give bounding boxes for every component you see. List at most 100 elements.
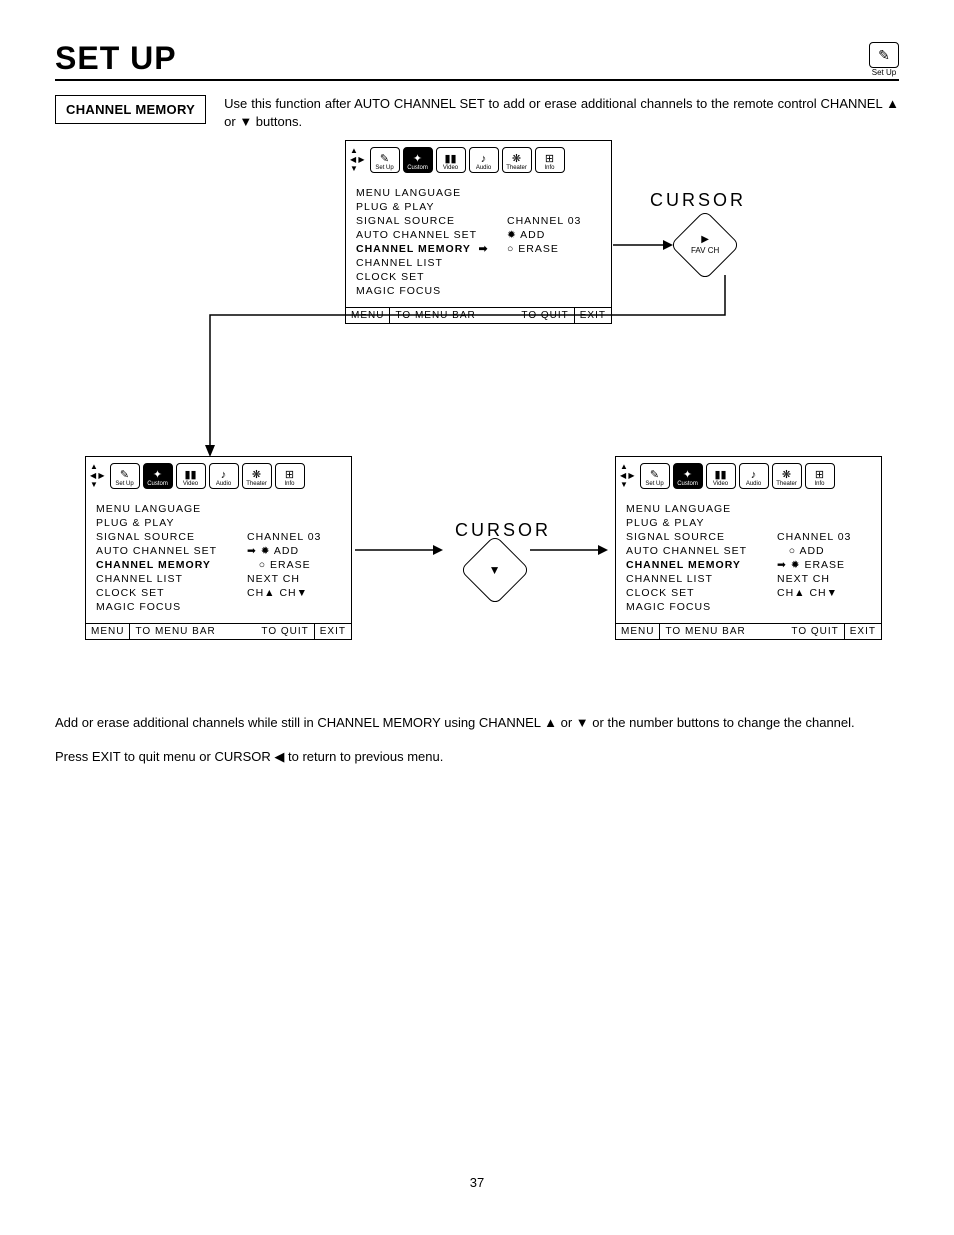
r-erase: ○ ERASE <box>247 559 343 571</box>
closing-p2: Press EXIT to quit menu or CURSOR ◀ to r… <box>55 748 899 766</box>
tab-audio: ♪Audio <box>739 463 769 489</box>
mi-chmem: CHANNEL MEMORY <box>626 559 767 571</box>
tab-custom: ✦Custom <box>143 463 173 489</box>
mi-chlist: CHANNEL LIST <box>626 573 767 585</box>
r-next: NEXT CH <box>777 573 873 585</box>
menu-panel-2: ▲◀ ▶▼ ✎Set Up ✦Custom ▮▮Video ♪Audio ❋Th… <box>85 456 352 640</box>
arrow-1 <box>613 235 673 255</box>
setup-corner-icon: ✎ Set Up <box>869 42 899 77</box>
mi-clock: CLOCK SET <box>356 271 497 283</box>
menu-left-col: MENU LANGUAGE PLUG & PLAY SIGNAL SOURCE … <box>96 503 237 615</box>
menu-right-col: CHANNEL 03 ✹ ADD ○ ERASE <box>507 187 603 299</box>
mi-chmem: CHANNEL MEMORY ➡ <box>356 243 497 255</box>
nav-arrows-icon: ▲◀ ▶▼ <box>90 462 105 489</box>
page-title: SET UP <box>55 40 177 77</box>
foot-exit: EXIT <box>574 308 611 323</box>
foot-menu: MENU <box>346 308 389 323</box>
menu-left-col: MENU LANGUAGE PLUG & PLAY SIGNAL SOURCE … <box>626 503 767 615</box>
menu-right-col: CHANNEL 03 ○ ADD ➡ ✹ ERASE NEXT CH CH▲ C… <box>777 503 873 615</box>
diagram-stage: ▲◀ ▶▼ ✎Set Up ✦Custom ▮▮Video ♪Audio ❋Th… <box>55 140 899 700</box>
foot-tomenu: TO MENU BAR <box>389 308 480 323</box>
foot-toquit: TO QUIT <box>481 308 574 323</box>
r-next: NEXT CH <box>247 573 343 585</box>
foot-tomenu: TO MENU BAR <box>659 624 750 639</box>
mi-signal: SIGNAL SOURCE <box>96 531 237 543</box>
tab-custom: ✦Custom <box>673 463 703 489</box>
tab-audio: ♪Audio <box>209 463 239 489</box>
r-add: ○ ADD <box>777 545 873 557</box>
setup-icon-label: Set Up <box>869 68 899 77</box>
r-channel: CHANNEL 03 <box>777 531 873 543</box>
r-chnav: CH▲ CH▼ <box>777 587 873 599</box>
foot-exit: EXIT <box>314 624 351 639</box>
tab-row: ▲◀ ▶▼ ✎Set Up ✦Custom ▮▮Video ♪Audio ❋Th… <box>616 457 881 491</box>
mi-clock: CLOCK SET <box>626 587 767 599</box>
menu-panel-3: ▲◀ ▶▼ ✎Set Up ✦Custom ▮▮Video ♪Audio ❋Th… <box>615 456 882 640</box>
tab-info: ⊞Info <box>535 147 565 173</box>
page-number: 37 <box>55 1175 899 1190</box>
setup-icon-glyph: ✎ <box>869 42 899 68</box>
mi-magic: MAGIC FOCUS <box>96 601 237 613</box>
mi-lang: MENU LANGUAGE <box>356 187 497 199</box>
intro-row: CHANNEL MEMORY Use this function after A… <box>55 95 899 130</box>
tab-info: ⊞Info <box>805 463 835 489</box>
menu-right-col: CHANNEL 03 ➡ ✹ ADD ○ ERASE NEXT CH CH▲ C… <box>247 503 343 615</box>
tab-custom: ✦Custom <box>403 147 433 173</box>
tab-theater: ❋Theater <box>242 463 272 489</box>
closing-p1: Add or erase additional channels while s… <box>55 714 899 732</box>
foot-exit: EXIT <box>844 624 881 639</box>
r-add: ➡ ✹ ADD <box>247 545 343 557</box>
tab-video: ▮▮Video <box>436 147 466 173</box>
foot-menu: MENU <box>616 624 659 639</box>
tab-setup: ✎Set Up <box>370 147 400 173</box>
mi-chmem: CHANNEL MEMORY <box>96 559 237 571</box>
intro-text: Use this function after AUTO CHANNEL SET… <box>224 95 899 130</box>
menu-body: MENU LANGUAGE PLUG & PLAY SIGNAL SOURCE … <box>616 491 881 623</box>
r-add: ✹ ADD <box>507 229 603 241</box>
foot-tomenu: TO MENU BAR <box>129 624 220 639</box>
menu-foot: MENU TO MENU BAR TO QUIT EXIT <box>616 623 881 639</box>
r-erase: ○ ERASE <box>507 243 603 255</box>
cursor-diamond-1: ▶FAV CH <box>680 220 730 270</box>
mi-chlist: CHANNEL LIST <box>356 257 497 269</box>
arrow-2 <box>355 540 445 560</box>
foot-toquit: TO QUIT <box>751 624 844 639</box>
cursor-label-1: CURSOR <box>650 190 746 211</box>
r-channel: CHANNEL 03 <box>247 531 343 543</box>
foot-menu: MENU <box>86 624 129 639</box>
arrow-3 <box>530 540 610 560</box>
tab-row: ▲◀ ▶▼ ✎Set Up ✦Custom ▮▮Video ♪Audio ❋Th… <box>86 457 351 491</box>
r-chnav: CH▲ CH▼ <box>247 587 343 599</box>
mi-plug: PLUG & PLAY <box>356 201 497 213</box>
mi-magic: MAGIC FOCUS <box>356 285 497 297</box>
mi-magic: MAGIC FOCUS <box>626 601 767 613</box>
nav-arrows-icon: ▲◀ ▶▼ <box>350 146 365 173</box>
mi-auto: AUTO CHANNEL SET <box>356 229 497 241</box>
tab-video: ▮▮Video <box>176 463 206 489</box>
cursor-label-2: CURSOR <box>455 520 551 541</box>
mi-signal: SIGNAL SOURCE <box>626 531 767 543</box>
mi-auto: AUTO CHANNEL SET <box>96 545 237 557</box>
menu-foot: MENU TO MENU BAR TO QUIT EXIT <box>346 307 611 323</box>
page-header: SET UP ✎ Set Up <box>55 40 899 81</box>
mi-chlist: CHANNEL LIST <box>96 573 237 585</box>
tab-setup: ✎Set Up <box>110 463 140 489</box>
tab-video: ▮▮Video <box>706 463 736 489</box>
mi-plug: PLUG & PLAY <box>626 517 767 529</box>
mi-lang: MENU LANGUAGE <box>626 503 767 515</box>
tab-audio: ♪Audio <box>469 147 499 173</box>
r-erase: ➡ ✹ ERASE <box>777 559 873 571</box>
mi-auto: AUTO CHANNEL SET <box>626 545 767 557</box>
menu-panel-1: ▲◀ ▶▼ ✎Set Up ✦Custom ▮▮Video ♪Audio ❋Th… <box>345 140 612 324</box>
mi-signal: SIGNAL SOURCE <box>356 215 497 227</box>
mi-clock: CLOCK SET <box>96 587 237 599</box>
mi-plug: PLUG & PLAY <box>96 517 237 529</box>
cursor-diamond-2: ▼ <box>470 545 520 595</box>
tab-info: ⊞Info <box>275 463 305 489</box>
tab-theater: ❋Theater <box>502 147 532 173</box>
nav-arrows-icon: ▲◀ ▶▼ <box>620 462 635 489</box>
tab-theater: ❋Theater <box>772 463 802 489</box>
menu-foot: MENU TO MENU BAR TO QUIT EXIT <box>86 623 351 639</box>
menu-body: MENU LANGUAGE PLUG & PLAY SIGNAL SOURCE … <box>86 491 351 623</box>
r-channel: CHANNEL 03 <box>507 215 603 227</box>
